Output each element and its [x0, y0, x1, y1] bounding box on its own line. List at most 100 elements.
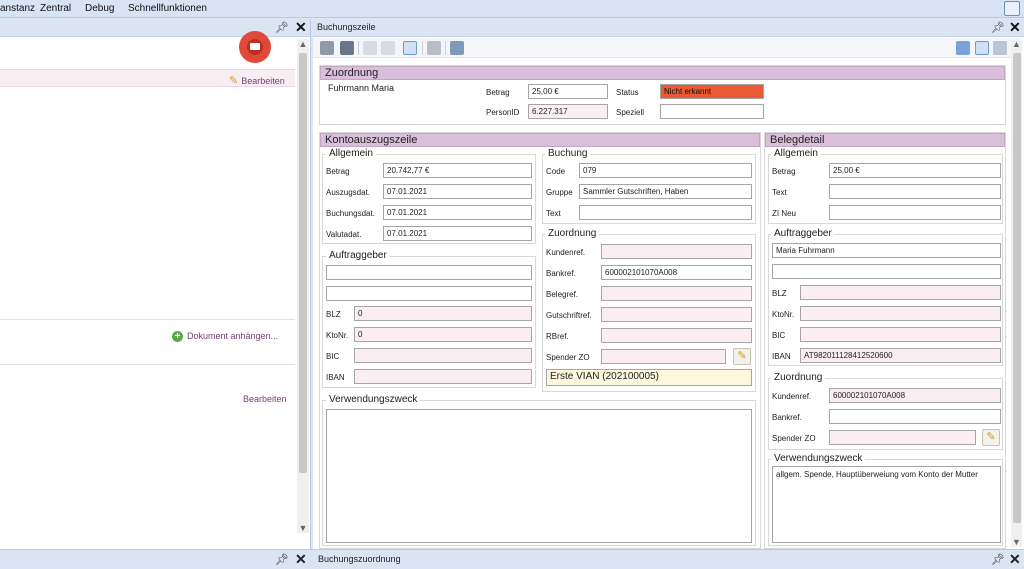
zuordnung-header: Zuordnung [320, 66, 1005, 80]
person-search-icon[interactable] [450, 41, 464, 55]
bd-text-field[interactable] [829, 184, 1001, 199]
menu-item-zentral[interactable]: Zentral [40, 3, 71, 14]
bd-ktonr-label: KtoNr. [772, 310, 795, 319]
belegref-field[interactable] [601, 286, 752, 301]
valutadat-field[interactable]: 07.01.2021 [383, 226, 532, 241]
ka-auftraggeber-line1[interactable] [326, 265, 532, 280]
ka-bankref-field[interactable]: 600002101070A008 [601, 265, 752, 280]
auszugsdat-label: Auszugsdat. [326, 188, 371, 197]
personid-field[interactable]: 6.227.317 [528, 104, 608, 119]
person-assign-icon[interactable] [403, 41, 417, 55]
pin-icon[interactable]: 📌︎ [991, 21, 1005, 34]
status-field[interactable]: Nicht erkannt [660, 84, 764, 99]
unlink-icon[interactable] [381, 41, 395, 55]
menu-item-schnellfunktionen[interactable]: Schnellfunktionen [128, 3, 207, 14]
bd-spender-edit-button[interactable]: ✎ [982, 429, 1000, 446]
bd-auftraggeber-title: Auftraggeber [771, 228, 835, 239]
pin-icon[interactable]: 📌︎ [275, 21, 289, 34]
betrag-field[interactable]: 25,00 € [528, 84, 608, 99]
link-icon[interactable] [363, 41, 377, 55]
bd-auftraggeber-line1[interactable]: Maria Fuhrmann [772, 243, 1001, 258]
scroll-up-icon[interactable]: ▲ [1011, 39, 1022, 49]
left-scrollbar[interactable]: ▲ ▼ [297, 39, 309, 533]
pin-icon[interactable]: 📌︎ [991, 553, 1005, 566]
ka-text-field[interactable] [579, 205, 752, 220]
speziell-field[interactable] [660, 104, 764, 119]
rbref-field[interactable] [601, 328, 752, 343]
ka-betrag-field[interactable]: 20.742,77 € [383, 163, 532, 178]
ka-blz-field[interactable]: 0 [354, 306, 532, 321]
pin-icon[interactable]: 📌︎ [275, 553, 289, 566]
bd-zineu-field[interactable] [829, 205, 1001, 220]
gutschriftref-field[interactable] [601, 307, 752, 322]
ka-ktonr-field[interactable]: 0 [354, 327, 532, 342]
bd-betrag-field[interactable]: 25,00 € [829, 163, 1001, 178]
close-icon[interactable]: ✕ [1009, 19, 1021, 36]
scroll-thumb[interactable] [299, 53, 307, 473]
ka-spender-field[interactable] [601, 349, 726, 364]
ka-auftraggeber-line2[interactable] [326, 286, 532, 301]
scroll-down-icon[interactable]: ▼ [1011, 537, 1022, 547]
bd-auftraggeber-line2[interactable] [772, 264, 1001, 279]
vian-field[interactable]: Erste VIAN (202100005) [546, 369, 752, 386]
bd-text-label: Text [772, 188, 787, 197]
ka-zuordnung-title: Zuordnung [545, 228, 600, 239]
approve-icon[interactable] [975, 41, 989, 55]
scroll-thumb[interactable] [1013, 53, 1021, 523]
buchungsdat-field[interactable]: 07.01.2021 [383, 205, 532, 220]
save-close-icon[interactable] [340, 41, 354, 55]
buchungszeile-pane: Buchungszeile 📌︎ ✕ Zuordnung Fuhrmann Ma… [313, 19, 1024, 549]
bd-spender-field[interactable] [829, 430, 976, 445]
status-label: Status [616, 88, 639, 97]
iban-label: IBAN [326, 373, 345, 382]
rbref-label: RBref. [546, 332, 569, 341]
pane-title: Buchungszeile [317, 22, 376, 32]
ka-iban-field[interactable] [354, 369, 532, 384]
ka-verwendungszweck-text[interactable] [326, 409, 752, 543]
bd-bankref-field[interactable] [829, 409, 1001, 424]
edit-link-bottom[interactable]: Bearbeiten [243, 394, 287, 404]
bd-iban-field[interactable]: AT982011128412520600 [800, 348, 1001, 363]
window-icon[interactable] [1004, 1, 1020, 16]
record-button[interactable] [239, 31, 271, 63]
allgemein-title: Allgemein [326, 148, 376, 159]
bd-spender-label: Spender ZO [772, 434, 816, 443]
menu-item-instanz[interactable]: anstanz [0, 3, 35, 14]
ka-bic-field[interactable] [354, 348, 532, 363]
ka-spender-edit-button[interactable]: ✎ [733, 348, 751, 365]
menu-item-debug[interactable]: Debug [85, 3, 114, 14]
code-field[interactable]: 079 [579, 163, 752, 178]
attach-document-link[interactable]: + Dokument anhängen... [172, 331, 278, 342]
bd-verwendungszweck-title: Verwendungszweck [771, 453, 866, 464]
refresh-icon[interactable] [956, 41, 970, 55]
close-icon[interactable]: ✕ [1009, 551, 1021, 568]
auszugsdat-field[interactable]: 07.01.2021 [383, 184, 532, 199]
save-icon[interactable] [320, 41, 334, 55]
bd-allgemein-title: Allgemein [771, 148, 821, 159]
divider [0, 319, 295, 320]
print-icon[interactable] [427, 41, 441, 55]
bd-ktonr-field[interactable] [800, 306, 1001, 321]
bd-verwendungszweck-text[interactable]: allgem. Spende, Hauptüberweiung vom Kont… [772, 466, 1001, 543]
spender-label: Spender ZO [546, 353, 590, 362]
bd-iban-label: IBAN [772, 352, 791, 361]
scroll-down-icon[interactable]: ▼ [297, 523, 309, 533]
ka-kundenref-field[interactable] [601, 244, 752, 259]
bankref-label: Bankref. [546, 269, 576, 278]
bd-betrag-label: Betrag [772, 167, 796, 176]
bd-blz-field[interactable] [800, 285, 1001, 300]
edit-link-top[interactable]: Bearbeiten [229, 74, 285, 87]
gruppe-field[interactable]: Sammler Gutschriften, Haben [579, 184, 752, 199]
right-scrollbar[interactable]: ▲ ▼ [1011, 39, 1022, 547]
buchung-title: Buchung [545, 148, 591, 159]
bd-bic-field[interactable] [800, 327, 1001, 342]
settings-icon[interactable] [993, 41, 1007, 55]
close-icon[interactable]: ✕ [295, 19, 307, 36]
close-icon[interactable]: ✕ [295, 551, 307, 568]
buchungsdat-label: Buchungsdat. [326, 209, 375, 218]
pencil-icon: ✎ [986, 431, 996, 443]
buchungszuordnung-title[interactable]: Buchungszuordnung [318, 554, 401, 564]
scroll-up-icon[interactable]: ▲ [297, 39, 309, 49]
bd-blz-label: BLZ [772, 289, 787, 298]
bd-kundenref-field[interactable]: 600002101070A008 [829, 388, 1001, 403]
